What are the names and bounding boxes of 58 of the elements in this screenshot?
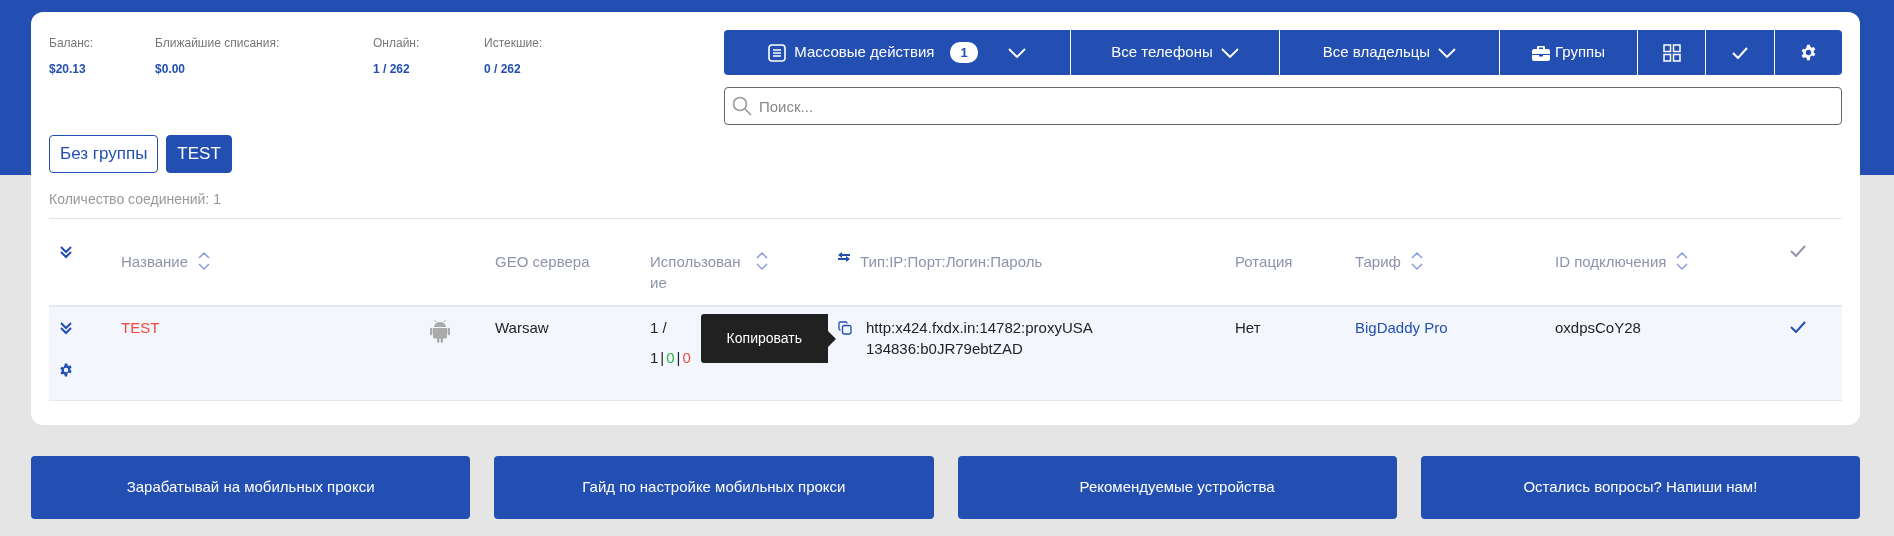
search-icon [732,96,752,116]
sort-icon [198,250,211,271]
chevron-down-icon [1438,47,1457,58]
groups-button[interactable]: Группы [1500,30,1638,75]
filter-dropdown[interactable]: Все владельцы [1280,30,1500,75]
stat-label: Онлайн: [373,35,421,52]
sort-icon [756,250,768,271]
stat-label: Баланс: [49,35,95,52]
column-header: ID подключения [1555,251,1667,272]
filter-dropdown[interactable]: Все телефоны [1071,30,1280,75]
copy-icon[interactable] [838,320,852,335]
link-button[interactable]: Рекомендуемые устройства [957,456,1397,519]
stat-value: $20.13 [49,61,87,78]
stat-label: Истекшие: [484,35,544,52]
usage-text: 1 / [650,317,668,338]
check-icon[interactable] [1790,320,1806,333]
usage-counts: 1|0|0 [650,348,692,368]
chevron-down-icon [1220,47,1239,58]
stat-value: 1 / 262 [373,61,411,78]
column-header: GEO сервера [495,251,590,272]
mass-actions-dropdown[interactable]: Массовые действия 1 [724,30,1071,75]
column-header: Ротация [1235,251,1293,272]
count-badge: 1 [950,41,978,64]
group-tab[interactable]: TEST [166,135,232,173]
grid-icon [1662,43,1681,62]
settings-icon[interactable] [1800,44,1817,61]
column-header: Тариф [1355,251,1401,272]
briefcase-icon [1532,44,1550,61]
rotation-text: Нет [1235,318,1261,336]
double-chevron-down-icon[interactable] [59,244,73,259]
stat-label: Ближайшие списания: [155,35,281,52]
link-button[interactable]: Зарабатывай на мобильных прокси [31,456,471,519]
link-button[interactable]: Гайд по настройке мобильных прокси [494,456,934,519]
geo-text: Warsaw [495,318,549,336]
stat-value: $0.00 [155,61,187,78]
android-icon [430,318,450,343]
column-header: Тип:IP:Порт:Логин:Пароль [860,251,1043,272]
check-icon[interactable] [1790,244,1806,257]
connection-name: TEST [121,318,160,336]
column-header: Использование [650,251,742,294]
stat-value: 0 / 262 [484,61,522,78]
tariff-link[interactable]: BigDaddy Pro [1355,318,1448,336]
list-icon [768,43,787,62]
search-field[interactable]: Поиск... [724,87,1842,125]
group-tab[interactable]: Без группы [49,135,159,173]
dropdown-label: Массовые действия [794,42,935,63]
swap-arrows-icon[interactable] [838,250,850,263]
link-button[interactable]: Остались вопросы? Напиши нам! [1420,456,1860,519]
connection-id: oxdpsCoY28 [1555,318,1641,336]
tooltip: Копировать [700,313,836,363]
sort-icon [1410,250,1423,271]
proxy-credentials: http:x424.fxdx.in:14782:proxyUSA 134836:b0JR79ebtZAD [866,317,1093,360]
chevron-down-icon [1007,47,1026,58]
connection-count: Количество соединений: 1 [49,188,1842,219]
double-chevron-down-icon[interactable] [59,320,73,335]
sort-icon [1676,250,1689,271]
column-header: Название [121,251,189,272]
settings-icon[interactable] [59,362,73,377]
